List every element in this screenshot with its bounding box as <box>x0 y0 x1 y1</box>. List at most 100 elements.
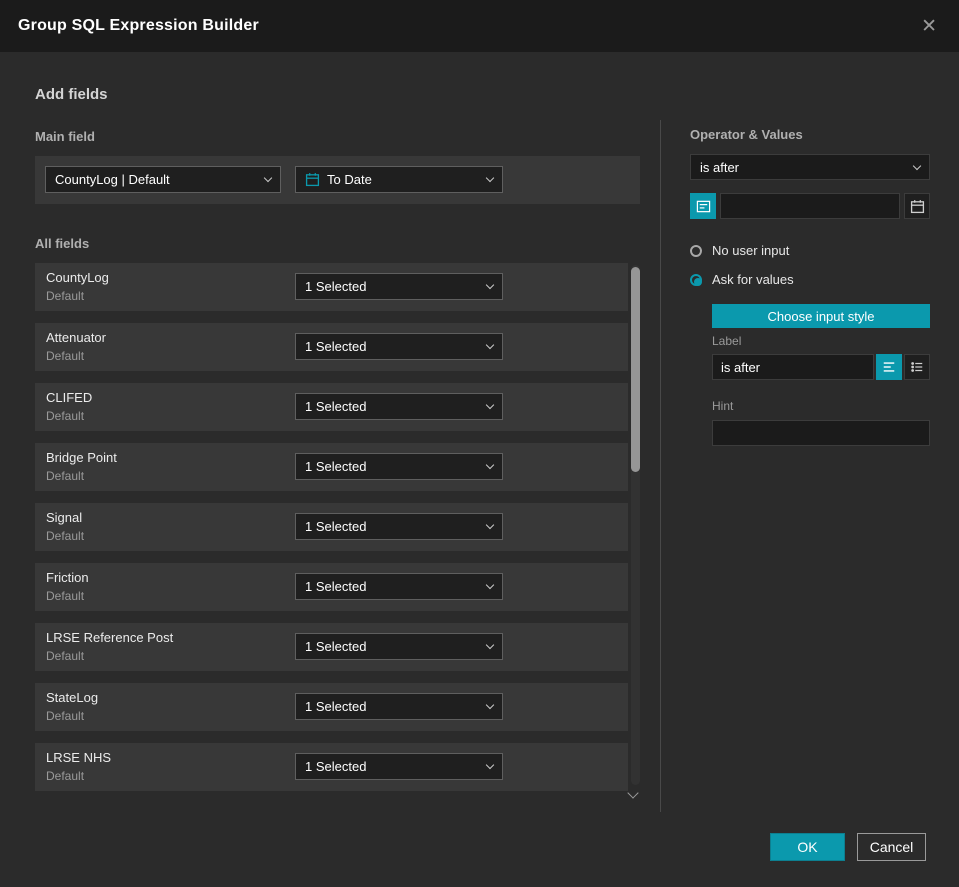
scroll-down-icon[interactable] <box>627 787 639 799</box>
close-icon[interactable]: ✕ <box>917 13 941 40</box>
field-selection-value: 1 Selected <box>305 579 367 594</box>
label-input-row <box>712 354 930 380</box>
field-layer-label: Default <box>46 289 85 303</box>
main-field-label: Main field <box>35 129 95 144</box>
field-selection-value: 1 Selected <box>305 699 367 714</box>
field-selection-dropdown[interactable]: 1 Selected <box>295 693 503 720</box>
calendar-icon <box>305 172 320 187</box>
chevron-down-icon <box>485 640 495 650</box>
chevron-down-icon <box>485 760 495 770</box>
list-scrollbar-thumb[interactable] <box>631 267 640 472</box>
field-layer-label: Default <box>46 529 85 543</box>
chevron-down-icon <box>263 173 273 183</box>
field-row: StateLog Default 1 Selected <box>35 683 628 731</box>
chevron-down-icon <box>912 161 922 170</box>
date-value-row <box>690 193 930 219</box>
field-name: Signal <box>46 510 83 525</box>
radio-unselected-icon <box>690 244 702 257</box>
date-field-dropdown[interactable]: To Date <box>295 166 503 193</box>
chevron-down-icon <box>485 400 495 410</box>
radio-no-user-input[interactable]: No user input <box>690 243 789 258</box>
field-row: Friction Default 1 Selected <box>35 563 628 611</box>
field-name: StateLog <box>46 690 99 705</box>
dialog-body: Add fields Main field CountyLog | Defaul… <box>0 52 959 887</box>
field-selection-dropdown[interactable]: 1 Selected <box>295 333 503 360</box>
single-line-style-button[interactable] <box>876 354 902 380</box>
field-selection-value: 1 Selected <box>305 339 367 354</box>
field-selection-value: 1 Selected <box>305 279 367 294</box>
field-name: CountyLog <box>46 270 109 285</box>
form-lines-icon <box>696 199 711 214</box>
radio-ask-for-values[interactable]: Ask for values <box>690 272 794 287</box>
field-row: CLIFED Default 1 Selected <box>35 383 628 431</box>
field-selection-dropdown[interactable]: 1 Selected <box>295 633 503 660</box>
radio-no-user-input-label: No user input <box>712 243 790 258</box>
field-selection-value: 1 Selected <box>305 519 367 534</box>
field-layer-label: Default <box>46 769 85 783</box>
ok-button[interactable]: OK <box>770 833 845 861</box>
field-selection-value: 1 Selected <box>305 759 367 774</box>
all-fields-label: All fields <box>35 236 90 251</box>
field-selection-dropdown[interactable]: 1 Selected <box>295 453 503 480</box>
main-field-dropdown[interactable]: CountyLog | Default <box>45 166 281 193</box>
field-layer-label: Default <box>46 409 85 423</box>
vertical-divider <box>660 120 661 812</box>
hint-input[interactable] <box>712 420 930 446</box>
field-selection-dropdown[interactable]: 1 Selected <box>295 573 503 600</box>
chevron-down-icon <box>485 700 495 710</box>
calendar-icon <box>910 199 925 214</box>
add-fields-heading: Add fields <box>35 86 108 103</box>
chevron-down-icon <box>485 460 495 470</box>
field-row: Bridge Point Default 1 Selected <box>35 443 628 491</box>
cancel-button[interactable]: Cancel <box>857 833 926 861</box>
field-layer-label: Default <box>46 349 85 363</box>
field-row: CountyLog Default 1 Selected <box>35 263 628 311</box>
chevron-down-icon <box>485 173 495 183</box>
hint-caption: Hint <box>712 399 734 413</box>
list-icon <box>910 360 924 374</box>
operator-dropdown[interactable]: is after <box>690 154 930 180</box>
chevron-down-icon <box>485 520 495 530</box>
field-selection-dropdown[interactable]: 1 Selected <box>295 753 503 780</box>
date-field-dropdown-value: To Date <box>327 172 372 187</box>
field-layer-label: Default <box>46 589 85 603</box>
choose-input-style-button[interactable]: Choose input style <box>712 304 930 328</box>
list-scrollbar-track[interactable] <box>631 265 640 785</box>
field-selection-value: 1 Selected <box>305 399 367 414</box>
main-field-panel: CountyLog | Default To Date <box>35 156 640 204</box>
list-style-button[interactable] <box>904 354 930 380</box>
operator-dropdown-value: is after <box>700 159 740 175</box>
field-name: CLIFED <box>46 390 93 405</box>
chevron-down-icon <box>485 280 495 290</box>
field-selection-dropdown[interactable]: 1 Selected <box>295 273 503 300</box>
dialog-title: Group SQL Expression Builder <box>18 17 259 34</box>
field-row: LRSE Reference Post Default 1 Selected <box>35 623 628 671</box>
radio-ask-for-values-label: Ask for values <box>712 272 794 287</box>
dialog-titlebar: Group SQL Expression Builder ✕ <box>0 0 959 52</box>
input-mode-button[interactable] <box>690 193 716 219</box>
main-field-dropdown-value: CountyLog | Default <box>55 172 170 187</box>
label-caption: Label <box>712 334 742 348</box>
field-name: LRSE Reference Post <box>46 630 174 645</box>
date-picker-button[interactable] <box>904 193 930 219</box>
radio-selected-icon <box>690 273 702 286</box>
field-name: Attenuator <box>46 330 106 345</box>
field-name: LRSE NHS <box>46 750 112 765</box>
operator-values-heading: Operator & Values <box>690 127 803 142</box>
field-selection-value: 1 Selected <box>305 639 367 654</box>
field-layer-label: Default <box>46 469 85 483</box>
field-selection-dropdown[interactable]: 1 Selected <box>295 513 503 540</box>
field-layer-label: Default <box>46 709 85 723</box>
field-name: Bridge Point <box>46 450 117 465</box>
field-row: Attenuator Default 1 Selected <box>35 323 628 371</box>
align-left-icon <box>882 360 896 374</box>
field-layer-label: Default <box>46 649 85 663</box>
field-row: LRSE NHS Default 1 Selected <box>35 743 628 791</box>
chevron-down-icon <box>485 340 495 350</box>
field-selection-dropdown[interactable]: 1 Selected <box>295 393 503 420</box>
field-name: Friction <box>46 570 89 585</box>
date-value-input[interactable] <box>720 193 900 219</box>
all-fields-list: CountyLog Default 1 Selected Attenuator … <box>35 263 628 803</box>
chevron-down-icon <box>485 580 495 590</box>
label-input[interactable] <box>712 354 874 380</box>
